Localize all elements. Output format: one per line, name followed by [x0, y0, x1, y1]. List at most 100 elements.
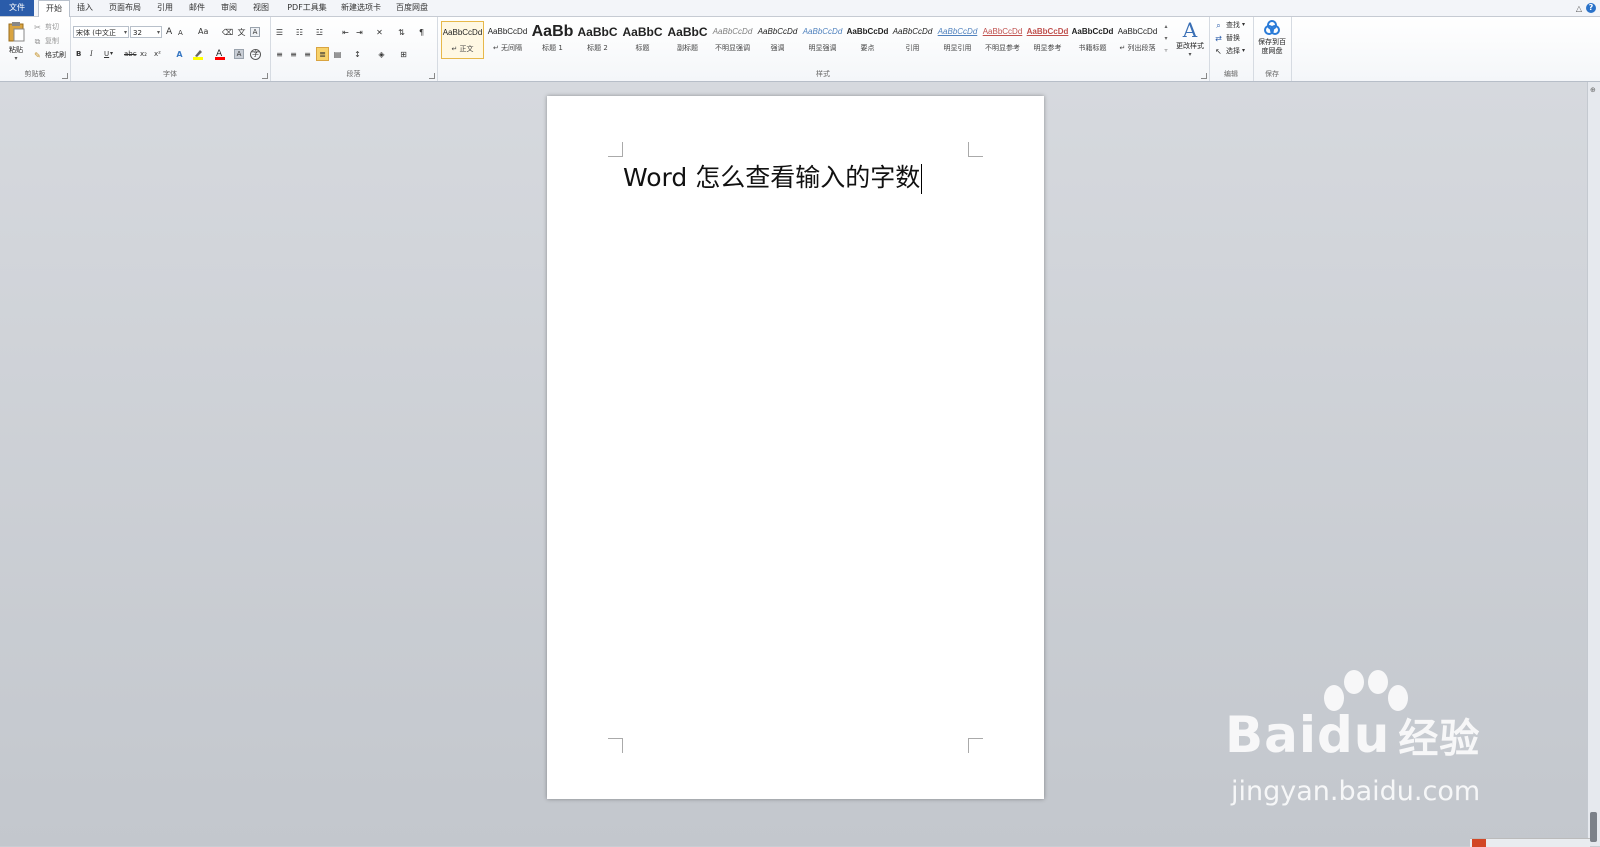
- tab-mailings[interactable]: 邮件: [184, 0, 210, 16]
- style-name: 明显参考: [1033, 44, 1062, 52]
- style-book-title[interactable]: AaBbCcDd 书籍标题: [1071, 21, 1114, 59]
- tab-pdf-tools[interactable]: PDF工具集: [284, 0, 330, 16]
- style-emphasis[interactable]: AaBbCcDd 强调: [756, 21, 799, 59]
- style-subtitle[interactable]: AaBbC 副标题: [666, 21, 709, 59]
- tab-new-tab[interactable]: 新建选项卡: [338, 0, 384, 16]
- tab-file[interactable]: 文件: [0, 0, 34, 16]
- style-normal[interactable]: AaBbCcDd ↵ 正文: [441, 21, 484, 59]
- italic-button[interactable]: I: [90, 48, 93, 60]
- borders-button[interactable]: ⊞: [398, 48, 409, 60]
- underline-button[interactable]: U: [104, 48, 109, 60]
- select-button[interactable]: ↖ 选择 ▾: [1213, 45, 1245, 57]
- help-icon[interactable]: ?: [1586, 3, 1596, 13]
- shrink-font-button[interactable]: A: [178, 27, 183, 39]
- tab-page-layout[interactable]: 页面布局: [106, 0, 144, 16]
- font-color-button[interactable]: A: [214, 48, 226, 60]
- replace-button[interactable]: ⇄ 替换: [1213, 32, 1240, 44]
- subscript-button[interactable]: x₂: [140, 48, 147, 60]
- font-size-combo[interactable]: 32 ▾: [130, 26, 162, 38]
- grow-font-button[interactable]: A: [166, 26, 172, 38]
- shading-button[interactable]: ◈: [376, 48, 387, 60]
- style-list-paragraph[interactable]: AaBbCcDd ↵ 列出段落: [1116, 21, 1159, 59]
- font-name-dropdown-icon[interactable]: ▾: [124, 27, 127, 39]
- document-page[interactable]: Word 怎么查看输入的字数: [547, 96, 1044, 799]
- save-group-label: 保存: [1265, 70, 1279, 78]
- style-subtle-reference[interactable]: AaBbCcDd 不明显参考: [981, 21, 1024, 59]
- style-heading-2[interactable]: AaBbC 标题 2: [576, 21, 619, 59]
- show-hide-marks-button[interactable]: ¶: [416, 26, 427, 38]
- clipboard-group-label: 剪贴板: [24, 70, 46, 78]
- styles-dialog-launcher[interactable]: [1201, 73, 1207, 79]
- strikethrough-button[interactable]: abc: [124, 48, 137, 60]
- bold-button[interactable]: B: [76, 48, 81, 60]
- text-effects-button[interactable]: A: [174, 48, 185, 60]
- style-intense-emphasis[interactable]: AaBbCcDd 明显强调: [801, 21, 844, 59]
- increase-indent-button[interactable]: ⇥: [354, 26, 365, 38]
- paste-dropdown-icon[interactable]: ▾: [6, 55, 26, 62]
- font-size-dropdown-icon[interactable]: ▾: [157, 27, 160, 39]
- format-painter-button[interactable]: ✎ 格式刷: [32, 49, 66, 61]
- tab-view[interactable]: 视图: [248, 0, 274, 16]
- styles-gallery-scroll[interactable]: ▴ ▾ ▿: [1162, 21, 1170, 59]
- tab-baidu-netdisk[interactable]: 百度网盘: [392, 0, 432, 16]
- align-left-icon: ≡: [276, 49, 283, 59]
- scrollbar-thumb[interactable]: [1590, 812, 1597, 842]
- style-intense-quote[interactable]: AaBbCcDd 明显引用: [936, 21, 979, 59]
- style-title[interactable]: AaBbC 标题: [621, 21, 664, 59]
- sort-button[interactable]: ⇅: [396, 26, 407, 38]
- decrease-indent-button[interactable]: ⇤: [340, 26, 351, 38]
- tab-insert[interactable]: 插入: [72, 0, 98, 16]
- cut-button[interactable]: ✂ 剪切: [32, 21, 59, 33]
- line-spacing-button[interactable]: ↕: [352, 48, 363, 60]
- enclose-characters-button[interactable]: 字: [250, 48, 261, 60]
- clear-formatting-button[interactable]: ⌫: [222, 26, 233, 38]
- style-name: 不明显强调: [715, 44, 750, 52]
- style-preview: AaBb: [531, 23, 574, 40]
- change-styles-button[interactable]: A 更改样式 ▾: [1174, 19, 1206, 58]
- tab-references[interactable]: 引用: [152, 0, 178, 16]
- style-no-spacing[interactable]: AaBbCcDd ↵ 无间隔: [486, 21, 529, 59]
- align-right-button[interactable]: ≡: [302, 48, 313, 60]
- change-case-button[interactable]: Aa: [198, 26, 208, 38]
- phonetic-guide-button[interactable]: 文: [236, 26, 247, 38]
- highlight-button[interactable]: [192, 48, 204, 60]
- copy-button[interactable]: ⧉ 复制: [32, 35, 59, 47]
- distributed-button[interactable]: ▤: [332, 48, 343, 60]
- font-dialog-launcher[interactable]: [262, 73, 268, 79]
- align-center-icon: ≡: [290, 49, 297, 59]
- style-strong[interactable]: AaBbCcDd 要点: [846, 21, 889, 59]
- minimize-ribbon-icon[interactable]: △: [1576, 4, 1582, 13]
- align-center-button[interactable]: ≡: [288, 48, 299, 60]
- tab-home[interactable]: 开始: [38, 0, 70, 17]
- style-heading-1[interactable]: AaBb 标题 1: [531, 21, 574, 59]
- character-border-button[interactable]: A: [250, 26, 260, 38]
- document-body-text[interactable]: Word 怎么查看输入的字数: [623, 158, 923, 194]
- style-preview: AaBbCcDd: [442, 28, 483, 37]
- find-button[interactable]: ⌕ 查找 ▾: [1213, 19, 1245, 31]
- multilevel-list-button[interactable]: ☳: [314, 26, 325, 38]
- ribbon: 粘贴 ▾ ✂ 剪切 ⧉ 复制 ✎ 格式刷 剪贴板 宋体 (中文正 ▾ 32 ▾ …: [0, 17, 1600, 82]
- format-painter-icon: ✎: [34, 50, 41, 60]
- style-subtle-emphasis[interactable]: AaBbCcDd 不明显强调: [711, 21, 754, 59]
- clipboard-dialog-launcher[interactable]: [62, 73, 68, 79]
- scroll-up-icon[interactable]: ⊕: [1590, 86, 1596, 94]
- superscript-button[interactable]: x²: [154, 48, 161, 60]
- chinese-layout-button[interactable]: ✕: [374, 26, 385, 38]
- find-dropdown-icon: ▾: [1242, 21, 1246, 28]
- tab-review[interactable]: 审阅: [216, 0, 242, 16]
- save-to-baidu-netdisk-button[interactable]: 保存到百度网盘: [1255, 20, 1289, 56]
- justify-button[interactable]: ≣: [316, 47, 329, 61]
- paste-button[interactable]: 粘贴 ▾: [6, 21, 26, 62]
- bullets-button[interactable]: ☰: [274, 26, 285, 38]
- select-label: 选择: [1226, 47, 1240, 55]
- align-left-button[interactable]: ≡: [274, 48, 285, 60]
- vertical-scrollbar[interactable]: ⊕: [1587, 82, 1600, 846]
- style-intense-reference[interactable]: AaBbCcDd 明显参考: [1026, 21, 1069, 59]
- numbering-button[interactable]: ☷: [294, 26, 305, 38]
- character-shading-button[interactable]: A: [234, 48, 244, 60]
- font-name-combo[interactable]: 宋体 (中文正 ▾: [73, 26, 129, 38]
- paragraph-dialog-launcher[interactable]: [429, 73, 435, 79]
- align-right-icon: ≡: [304, 49, 311, 59]
- style-quote[interactable]: AaBbCcDd 引用: [891, 21, 934, 59]
- underline-dropdown-icon[interactable]: ▾: [110, 48, 113, 60]
